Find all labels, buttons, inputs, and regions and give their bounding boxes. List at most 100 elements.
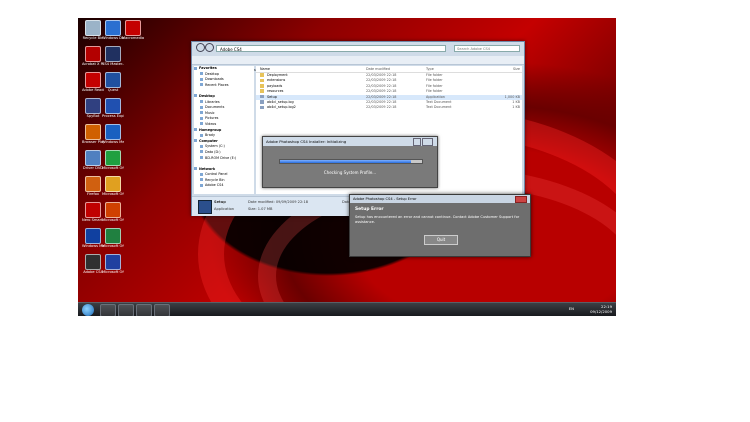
clock-date[interactable]: 09/12/2009 [590, 309, 612, 314]
column-date-modified[interactable]: Date modified [366, 66, 426, 72]
file-list-header: Name Date modified Type Size [256, 66, 522, 73]
desktop-icon[interactable]: Windows Media [102, 124, 124, 144]
nav-item-label: System (C:) [205, 144, 225, 149]
folder-icon [200, 122, 203, 126]
taskbar-explorer-icon[interactable] [118, 304, 134, 316]
column-type[interactable]: Type [426, 66, 480, 72]
desktop-icon[interactable]: Quest [102, 72, 124, 92]
desktop-icon-label: Windows Diagnostic... [102, 36, 124, 40]
back-icon[interactable] [196, 43, 205, 52]
desktop-icon-label: Microsoft Office 2007 [102, 166, 124, 170]
column-name[interactable]: Name [256, 66, 366, 72]
desktop-icon-label: Macromedia Flash Pl... [122, 36, 144, 40]
explorer-titlebar[interactable]: Adobe CS4 Search Adobe CS4 [192, 42, 524, 53]
minimize-icon[interactable] [413, 138, 421, 146]
file-row[interactable]: ab4cl_setup.log2 22/03/2009 22:18 Text Doc… [256, 105, 522, 110]
folder-icon [200, 105, 203, 109]
folder-icon [194, 128, 197, 132]
progress-dialog-title: Adobe Photoshop CS4 Installer: Initializ… [263, 137, 437, 146]
forward-icon[interactable] [205, 43, 214, 52]
nav-item-label: Data (D:) [205, 149, 221, 154]
desktop-icon[interactable]: SpyBot [82, 98, 104, 118]
file-date: 22/03/2009 22:18 [366, 105, 397, 110]
start-button-icon[interactable] [82, 304, 94, 316]
file-rows: Deployment 22/03/2009 22:18 File folder ext… [256, 73, 522, 111]
app-icon [105, 228, 121, 244]
nav-item-label: Favorites [199, 66, 217, 70]
app-icon [105, 72, 121, 88]
nav-item[interactable]: Adobe CS4 [194, 183, 254, 189]
nav-item-label: Recycle Bin [205, 177, 225, 182]
desktop-icon[interactable]: Firefox [82, 176, 104, 196]
desktop-icon[interactable]: Microsoft Office Pics [102, 176, 124, 196]
desktop-icon[interactable]: Recycle Bin [82, 20, 104, 40]
language-indicator[interactable]: EN [569, 306, 574, 311]
file-icon [260, 100, 264, 104]
app-icon [105, 202, 121, 218]
search-input[interactable]: Search Adobe CS4 [454, 45, 520, 52]
folder-icon [200, 183, 203, 187]
close-icon[interactable] [515, 196, 527, 203]
desktop-icon-label: Quest [107, 88, 119, 92]
installer-progress-dialog: Adobe Photoshop CS4 Installer: Initializ… [262, 136, 438, 188]
folder-icon [200, 144, 203, 148]
desktop-icon-label: Firefox [87, 192, 99, 196]
progress-title-text: Adobe Photoshop CS4 Installer: Initializ… [266, 139, 347, 144]
desktop-icon[interactable]: Microsoft Office Po... [102, 254, 124, 274]
details-size: Size: 1.07 MB [248, 207, 273, 211]
desktop-icon[interactable]: Nero Smart... [82, 202, 104, 222]
quit-button[interactable]: Quit [424, 235, 458, 245]
desktop-icon[interactable]: Adobe CS4 [82, 254, 104, 274]
details-name: Setup [214, 200, 226, 204]
desktop-icon[interactable]: Acrobat X Pro [82, 46, 104, 66]
taskbar-ie-icon[interactable] [100, 304, 116, 316]
nav-item-label: Network [199, 166, 216, 171]
error-heading: Setup Error [355, 207, 384, 212]
app-icon [85, 228, 101, 244]
file-name-text: Deployment [267, 73, 288, 77]
desktop-icon-label: Nero Smart... [82, 218, 104, 222]
app-icon [105, 98, 121, 114]
desktop-icon-label: Browser Player [82, 140, 104, 144]
navigation-pane: Favorites Desktop Downloads Recent Places De… [194, 66, 254, 194]
app-icon [105, 176, 121, 192]
folder-icon [200, 83, 203, 87]
file-type: Text Document [426, 105, 452, 110]
taskbar-media-icon[interactable] [136, 304, 152, 316]
address-bar[interactable]: Adobe CS4 [216, 45, 446, 52]
desktop-icon[interactable]: Adobe Reader [82, 72, 104, 92]
desktop-icon-label: Microsoft Office Ex... [102, 218, 124, 222]
desktop-icon[interactable]: Process Explorer [102, 98, 124, 118]
desktop-icon[interactable]: Windows Media Player [82, 228, 104, 248]
app-icon [85, 176, 101, 192]
desktop-icon-label: Windows Media Player [82, 244, 104, 248]
file-icon [260, 105, 264, 110]
desktop-icon-label: Microsoft Office Pics [102, 192, 124, 196]
desktop-icon[interactable]: Macromedia Flash Pl... [122, 20, 144, 40]
desktop-screen: Recycle BinWindows Diagnostic...Macromed… [78, 18, 616, 316]
progress-bar [279, 159, 423, 164]
desktop-icon[interactable]: Windows Diagnostic... [102, 20, 124, 40]
desktop-icon[interactable]: Microsoft Office Exc... [102, 228, 124, 248]
error-message: Setup has encountered an error and canno… [355, 215, 520, 224]
column-size[interactable]: Size [480, 66, 520, 72]
taskbar-installer-icon[interactable] [154, 304, 170, 316]
app-icon [85, 46, 101, 62]
desktop-icon-label: Microsoft Office Exc... [102, 244, 124, 248]
desktop-icon[interactable]: Microsoft Office 2007 [102, 150, 124, 170]
explorer-window[interactable]: Adobe CS4 Search Adobe CS4 Organize ▾ Op… [191, 41, 525, 216]
nav-item-label: Pictures [205, 116, 219, 121]
nav-item-label: Libraries [205, 99, 220, 104]
desktop-icon[interactable]: Microsoft Office Ex... [102, 202, 124, 222]
desktop-icon[interactable]: Browser Player [82, 124, 104, 144]
details-modified: Date modified: 09/09/2009 22:18 [248, 200, 309, 204]
desktop-icon[interactable]: Driver DVD [82, 150, 104, 170]
folder-icon [200, 72, 203, 76]
desktop-icon[interactable]: CS4 Master... [102, 46, 124, 66]
folder-icon [260, 78, 264, 83]
setup-app-icon [198, 200, 212, 214]
folder-icon [200, 116, 203, 120]
close-icon[interactable] [422, 138, 433, 146]
folder-icon [260, 89, 264, 93]
nav-item-label: Documents [205, 105, 225, 110]
